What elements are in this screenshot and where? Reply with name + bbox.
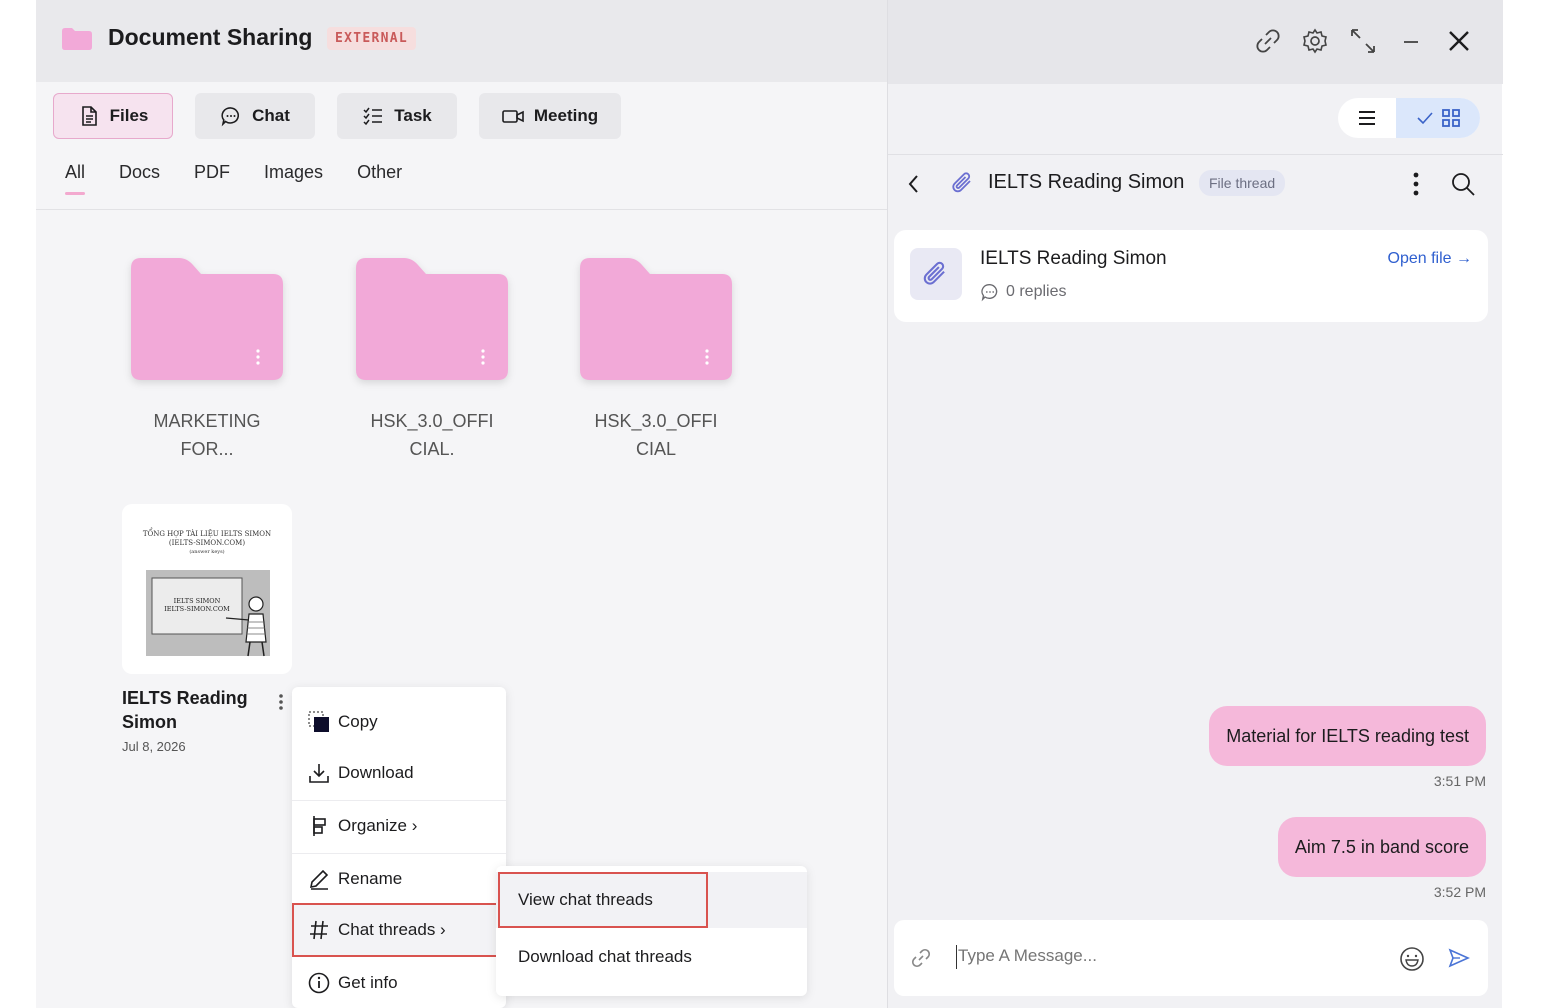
tab-task[interactable]: Task [337,93,457,139]
link-icon[interactable] [1253,26,1283,56]
minimize-icon[interactable] [1396,26,1426,56]
text-caret [956,945,957,969]
message-bubble: Material for IELTS reading test [1209,706,1486,766]
folder-icon [131,258,283,380]
menu-item-organize[interactable]: Organize › [292,801,506,851]
thread-pane: IELTS Reading Simon File thread IELTS Re… [887,0,1503,1008]
submenu-item-download-chat-threads[interactable]: Download chat threads [496,929,807,985]
window-controls-bar [888,0,1503,84]
thumbnail-heading: TỔNG HỢP TÀI LIỆU IELTS SIMON (IELTS-SIM… [142,530,272,555]
divider [36,209,887,210]
tab-bar: Files Chat Task Meeting [53,93,621,139]
checklist-icon [363,107,383,126]
folder-name: HSK_3.0_OFFI CIAL [594,411,718,459]
files-pane: Document Sharing EXTERNAL Files Chat Tas… [36,0,887,1008]
header-bar: Document Sharing EXTERNAL [36,0,887,82]
info-icon [308,972,330,994]
page-title: Document Sharing [108,24,313,50]
file-date: Jul 8, 2026 [122,739,186,754]
organize-icon [313,816,326,836]
folder-icon [356,258,508,380]
menu-item-chat-threads[interactable]: Chat threads › [292,903,506,957]
folder-item[interactable]: MARKETING FOR... [129,254,285,463]
file-thread-card: IELTS Reading Simon 0 replies Open file … [894,230,1488,322]
tab-label: Chat [252,106,290,125]
folder-item[interactable]: HSK_3.0_OFFI CIAL. [354,254,510,463]
download-icon [309,764,329,783]
menu-item-download[interactable]: Download [292,748,506,798]
menu-item-get-info[interactable]: Get info [292,958,506,1008]
video-icon [502,110,524,123]
emoji-icon[interactable] [1399,946,1425,972]
reply-count: 0 replies [980,282,1066,302]
close-icon[interactable] [1444,26,1474,56]
file-thread-badge: File thread [1199,170,1286,196]
divider [888,154,1503,155]
chat-bubble-icon [221,107,240,127]
message-bubble: Aim 7.5 in band score [1277,817,1486,877]
hashtag-icon [310,920,328,940]
chat-bubble-icon [981,284,998,302]
thread-card-title: IELTS Reading Simon [980,248,1167,269]
more-vertical-icon[interactable] [1411,170,1421,198]
external-badge: EXTERNAL [327,27,417,50]
copy-icon [308,711,329,732]
filter-other[interactable]: Other [357,162,402,195]
open-file-link[interactable]: Open file → [1388,250,1472,268]
paperclip-icon [923,261,945,285]
highlight-box [498,872,708,928]
message-composer [894,920,1488,996]
file-context-menu: Copy Download Organize › Rename Chat thr… [292,687,506,1008]
tab-chat[interactable]: Chat [195,93,315,139]
filter-images[interactable]: Images [264,162,323,195]
expand-icon[interactable] [1348,26,1378,56]
tab-label: Files [109,106,149,125]
file-name: IELTS Reading Simon [122,688,248,732]
view-toggle [1338,98,1480,138]
submenu-item-view-chat-threads[interactable]: View chat threads [496,872,807,928]
menu-item-copy[interactable]: Copy [292,697,506,747]
thumbnail-illustration: IELTS SIMON IELTS-SIMON.COM [146,570,270,657]
tab-label: Task [394,106,432,125]
folder-name: HSK_3.0_OFFI CIAL. [370,411,494,459]
folder-icon [580,258,732,380]
thread-title: IELTS Reading Simon [988,171,1185,193]
app-window: Document Sharing EXTERNAL Files Chat Tas… [36,0,1503,1008]
attachment-tile [910,248,962,300]
filter-all[interactable]: All [65,162,86,195]
folder-name: MARKETING FOR... [153,411,261,459]
menu-item-rename[interactable]: Rename [292,854,506,904]
chat-threads-submenu: View chat threads Download chat threads [496,866,807,996]
list-view-button[interactable] [1338,98,1396,138]
more-vertical-icon[interactable] [276,692,286,712]
check-icon [1417,112,1433,125]
file-icon [81,106,97,126]
attach-link-icon[interactable] [910,947,932,969]
message-time: 3:51 PM [1433,773,1486,789]
chevron-left-icon[interactable] [906,172,922,196]
gear-icon[interactable] [1300,26,1330,56]
grid-icon [1442,109,1460,127]
tab-label: Meeting [533,106,599,125]
paperclip-icon [952,172,971,193]
svg-text:IELTS-SIMON.COM: IELTS-SIMON.COM [164,605,230,613]
grid-view-button[interactable] [1396,98,1480,138]
search-icon[interactable] [1449,170,1477,198]
tab-files[interactable]: Files [53,93,173,139]
message-time: 3:52 PM [1433,884,1486,900]
filter-docs[interactable]: Docs [119,162,160,195]
svg-text:IELTS SIMON: IELTS SIMON [174,597,221,605]
tab-meeting[interactable]: Meeting [479,93,621,139]
file-type-filters: All Docs PDF Images Other [65,162,402,195]
thread-header: IELTS Reading Simon File thread [906,166,1486,202]
folder-item[interactable]: HSK_3.0_OFFI CIAL [578,254,734,463]
filter-pdf[interactable]: PDF [194,162,230,195]
send-icon[interactable] [1448,947,1470,969]
folder-icon [62,28,92,50]
pencil-icon [309,869,329,890]
message-input[interactable] [958,946,1338,966]
menu-icon [1359,111,1375,125]
file-thumbnail[interactable]: TỔNG HỢP TÀI LIỆU IELTS SIMON (IELTS-SIM… [122,504,292,674]
